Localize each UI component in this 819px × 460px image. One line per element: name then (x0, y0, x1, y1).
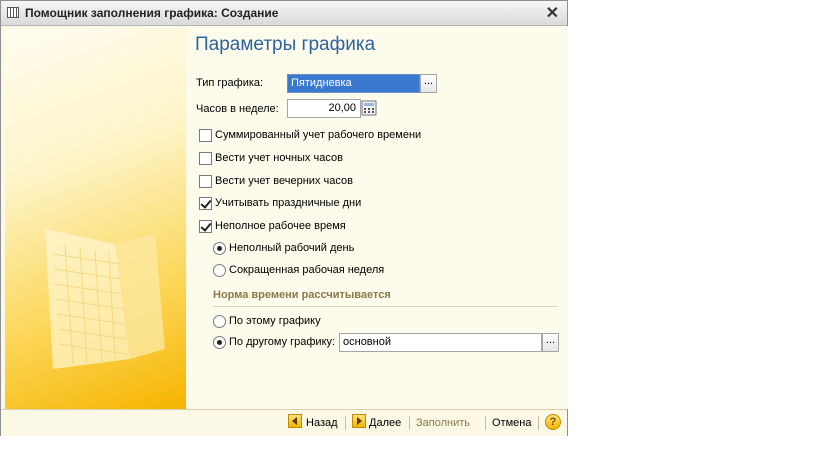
arrow-right-icon[interactable] (352, 414, 366, 428)
norm-section-heading: Норма времени рассчитывается (213, 289, 391, 301)
side-illustration (5, 29, 186, 409)
fill-button[interactable]: Заполнить (416, 414, 470, 432)
other-schedule-label: По другому графику: (229, 336, 336, 348)
help-icon[interactable]: ? (545, 414, 561, 430)
part-time-checkbox[interactable] (199, 220, 212, 233)
night-hours-label: Вести учет ночных часов (215, 152, 343, 164)
hours-field[interactable]: 20,00 (287, 99, 361, 118)
cancel-button[interactable]: Отмена (492, 414, 531, 432)
calculator-icon[interactable] (361, 100, 377, 116)
summed-label: Суммированный учет рабочего времени (215, 129, 422, 141)
part-day-label: Неполный рабочий день (229, 242, 355, 254)
other-schedule-radio[interactable] (213, 336, 226, 349)
divider (345, 416, 346, 430)
schedule-type-value: Пятидневка (291, 77, 352, 89)
this-schedule-label: По этому графику (229, 315, 321, 327)
short-week-radio[interactable] (213, 264, 226, 277)
section-divider (213, 306, 558, 307)
ellipsis-icon[interactable]: ... (420, 74, 437, 93)
summed-checkbox[interactable] (199, 129, 212, 142)
holidays-label: Учитывать праздничные дни (215, 197, 362, 209)
other-schedule-field[interactable]: основной (339, 333, 542, 352)
evening-hours-label: Вести учет вечерних часов (215, 175, 353, 187)
ellipsis-icon[interactable]: ... (542, 333, 559, 352)
night-hours-checkbox[interactable] (199, 152, 212, 165)
divider (409, 416, 410, 430)
divider (485, 416, 486, 430)
hours-value: 20,00 (328, 102, 356, 114)
arrow-left-icon[interactable] (288, 414, 302, 428)
holidays-checkbox[interactable] (199, 197, 212, 210)
window-title: Помощник заполнения графика: Создание (25, 6, 279, 20)
divider (538, 416, 539, 430)
schedule-type-field[interactable]: Пятидневка (287, 74, 420, 93)
schedule-type-label: Тип графика: (196, 77, 264, 89)
next-button[interactable]: Далее (369, 414, 401, 432)
wizard-window: Помощник заполнения графика: Создание ✕ … (0, 0, 568, 436)
back-button[interactable]: Назад (306, 414, 338, 432)
part-time-label: Неполное рабочее время (215, 220, 346, 232)
this-schedule-radio[interactable] (213, 315, 226, 328)
other-schedule-value: основной (343, 336, 391, 348)
part-day-radio[interactable] (213, 242, 226, 255)
hours-label: Часов в неделе: (196, 103, 279, 115)
evening-hours-checkbox[interactable] (199, 175, 212, 188)
schedule-icon (7, 7, 19, 18)
short-week-label: Сокращенная рабочая неделя (229, 264, 385, 276)
footer-bar: Назад Далее Заполнить Отмена ? (1, 409, 567, 436)
content-panel: Параметры графика Тип графика: Пятидневк… (187, 26, 568, 409)
page-title: Параметры графика (195, 34, 376, 55)
close-icon[interactable]: ✕ (546, 3, 559, 23)
title-bar: Помощник заполнения графика: Создание ✕ (1, 1, 567, 26)
